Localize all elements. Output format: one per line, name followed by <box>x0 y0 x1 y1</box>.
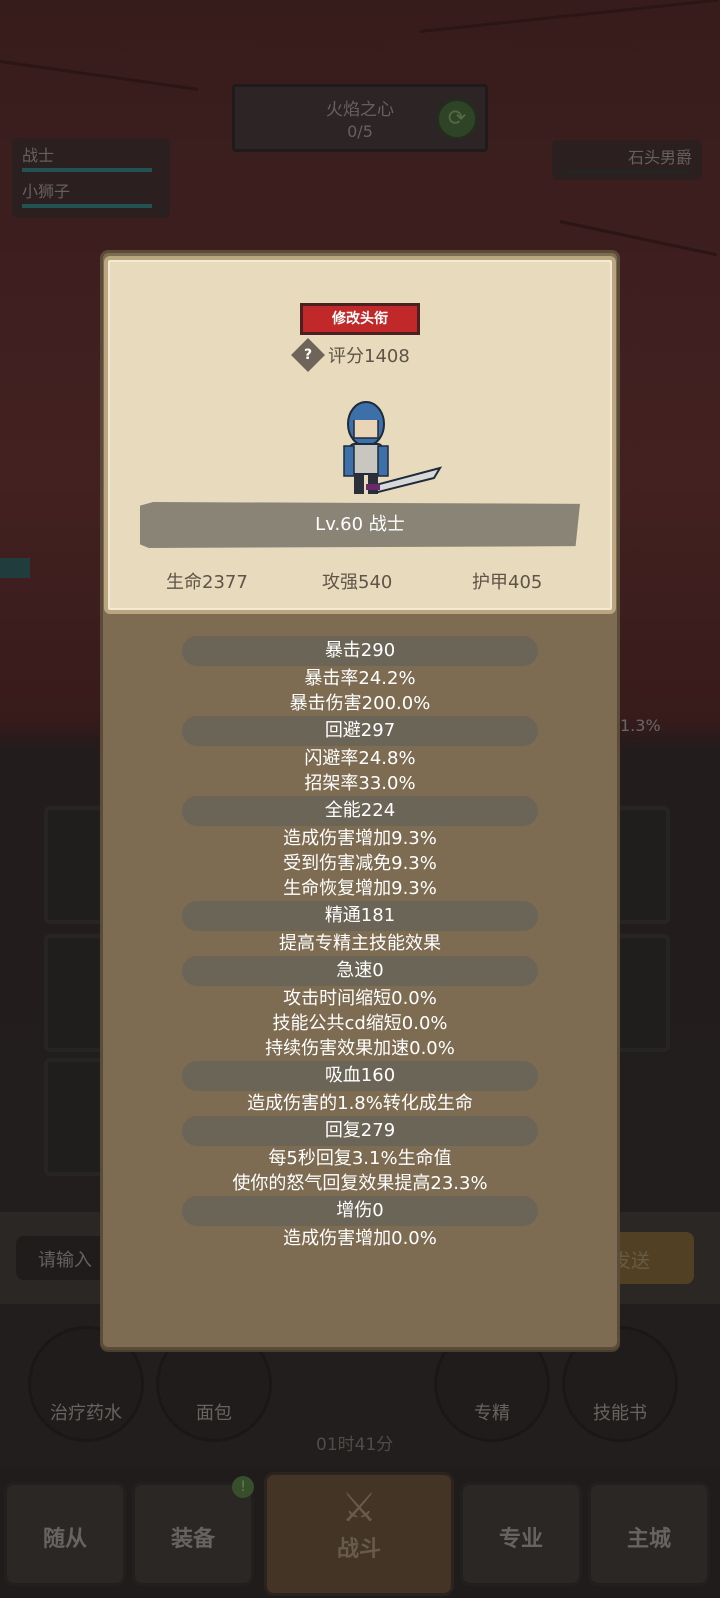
attribute-detail: 造成伤害增加0.0% <box>283 1228 437 1249</box>
warrior-avatar <box>343 401 443 494</box>
attribute-header: 精通181 <box>182 901 538 931</box>
attribute-group: 全能224 造成伤害增加9.3% 受到伤害减免9.3% 生命恢复增加9.3% <box>104 796 616 901</box>
attribute-detail: 闪避率24.8% <box>304 748 416 769</box>
score-value: 评分1408 <box>328 346 410 367</box>
attribute-detail: 每5秒回复3.1%生命值 <box>268 1148 452 1169</box>
attribute-detail: 生命恢复增加9.3% <box>283 878 437 899</box>
attribute-group: 暴击290 暴击率24.2% 暴击伤害200.0% <box>104 636 616 716</box>
level-class-banner: Lv.60 战士 <box>140 502 580 548</box>
attribute-detail: 造成伤害的1.8%转化成生命 <box>247 1093 473 1114</box>
attribute-detail: 提高专精主技能效果 <box>279 933 441 954</box>
attribute-detail: 暴击伤害200.0% <box>289 693 431 714</box>
attribute-group: 精通181 提高专精主技能效果 <box>104 901 616 956</box>
attribute-header: 暴击290 <box>182 636 538 666</box>
attribute-detail: 攻击时间缩短0.0% <box>283 988 437 1009</box>
attribute-header: 吸血160 <box>182 1061 538 1091</box>
attribute-detail: 技能公共cd缩短0.0% <box>272 1013 448 1034</box>
armor-stat: 护甲405 <box>472 572 543 593</box>
attribute-detail: 暴击率24.2% <box>304 668 416 689</box>
attribute-header: 全能224 <box>182 796 538 826</box>
attribute-detail: 受到伤害减免9.3% <box>283 853 437 874</box>
attribute-header: 回避297 <box>182 716 538 746</box>
score-row: ? 评分1408 <box>291 338 410 372</box>
attribute-group: 回避297 闪避率24.8% 招架率33.0% <box>104 716 616 796</box>
attribute-detail: 使你的怒气回复效果提高23.3% <box>232 1173 488 1194</box>
attribute-group: 吸血160 造成伤害的1.8%转化成生命 <box>104 1061 616 1116</box>
help-icon[interactable]: ? <box>291 338 325 372</box>
rename-title-button[interactable]: 修改头衔 <box>300 303 420 335</box>
attribute-header: 急速0 <box>182 956 538 986</box>
attribute-detail: 招架率33.0% <box>304 773 416 794</box>
attribute-group: 增伤0 造成伤害增加0.0% <box>104 1196 616 1251</box>
attack-stat: 攻强540 <box>322 572 393 593</box>
attribute-header: 回复279 <box>182 1116 538 1146</box>
attribute-header: 增伤0 <box>182 1196 538 1226</box>
attribute-detail: 持续伤害效果加速0.0% <box>265 1038 455 1059</box>
attribute-group: 回复279 每5秒回复3.1%生命值 使你的怒气回复效果提高23.3% <box>104 1116 616 1196</box>
attribute-detail: 造成伤害增加9.3% <box>283 828 437 849</box>
attribute-list: 暴击290 暴击率24.2% 暴击伤害200.0% 回避297 闪避率24.8%… <box>104 636 616 1251</box>
hp-stat: 生命2377 <box>166 572 248 593</box>
attribute-group: 急速0 攻击时间缩短0.0% 技能公共cd缩短0.0% 持续伤害效果加速0.0% <box>104 956 616 1061</box>
